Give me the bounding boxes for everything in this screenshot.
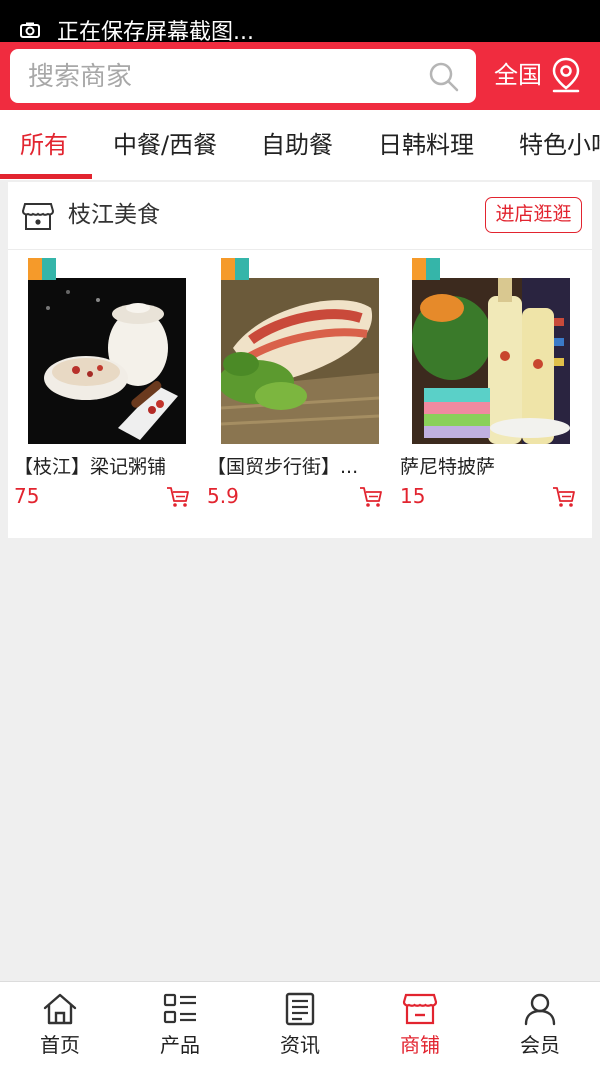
store-icon xyxy=(22,203,54,230)
category-tabs: 所有 中餐/西餐 自助餐 日韩料理 特色小吃 xyxy=(0,110,600,180)
cart-icon[interactable] xyxy=(552,486,576,508)
product-image xyxy=(412,278,570,444)
nav-products[interactable]: 产品 xyxy=(120,982,240,1067)
shop-name: 枝江美食 xyxy=(68,202,160,228)
product-badge-icon xyxy=(412,258,440,280)
nav-news[interactable]: 资讯 xyxy=(240,982,360,1067)
screenshot-icon xyxy=(20,22,40,38)
visit-shop-button[interactable]: 进店逛逛 xyxy=(485,197,582,233)
shop-card: 枝江美食 进店逛逛 【枝江】梁记粥铺 75 【国贸步行街】... 5.9 萨尼特… xyxy=(8,182,592,538)
product-price: 75 xyxy=(14,484,40,508)
grid-list-icon xyxy=(163,993,196,1024)
home-icon xyxy=(43,993,77,1025)
product-image xyxy=(221,278,379,444)
search-placeholder: 搜索商家 xyxy=(28,62,133,92)
active-tab-indicator xyxy=(0,174,92,179)
nav-label: 商铺 xyxy=(400,1033,440,1057)
region-selector[interactable]: 全国 xyxy=(494,60,542,90)
product-card[interactable]: 【枝江】梁记粥铺 75 xyxy=(14,258,194,528)
product-price: 15 xyxy=(400,484,426,508)
bottom-nav: 首页 产品 资讯 商铺 会员 xyxy=(0,981,600,1067)
product-card[interactable]: 【国贸步行街】... 5.9 xyxy=(207,258,387,528)
location-pin-icon[interactable] xyxy=(550,56,582,94)
product-title: 【枝江】梁记粥铺 xyxy=(14,456,167,478)
nav-label: 会员 xyxy=(520,1033,560,1057)
tab-all[interactable]: 所有 xyxy=(20,110,68,180)
store-icon xyxy=(402,993,438,1025)
search-input[interactable]: 搜索商家 xyxy=(10,49,476,103)
nav-label: 产品 xyxy=(160,1033,200,1057)
status-bar: 正在保存屏幕截图... xyxy=(0,0,600,45)
tab-japanese-korean[interactable]: 日韩料理 xyxy=(378,110,474,180)
nav-label: 首页 xyxy=(40,1033,80,1057)
product-image xyxy=(28,278,186,444)
tab-specialty-snacks[interactable]: 特色小吃 xyxy=(519,110,600,180)
nav-stores[interactable]: 商铺 xyxy=(360,982,480,1067)
product-price: 5.9 xyxy=(207,484,239,508)
news-icon xyxy=(285,992,315,1026)
nav-home[interactable]: 首页 xyxy=(0,982,120,1067)
tab-buffet[interactable]: 自助餐 xyxy=(261,110,333,180)
product-badge-icon xyxy=(28,258,56,280)
nav-member[interactable]: 会员 xyxy=(480,982,600,1067)
top-header: 搜索商家 全国 xyxy=(0,42,600,110)
product-title: 萨尼特披萨 xyxy=(400,456,496,478)
product-card[interactable]: 萨尼特披萨 15 xyxy=(400,258,580,528)
search-icon[interactable] xyxy=(428,61,460,93)
cart-icon[interactable] xyxy=(166,486,190,508)
user-icon xyxy=(524,993,556,1026)
cart-icon[interactable] xyxy=(359,486,383,508)
product-title: 【国贸步行街】... xyxy=(207,456,359,478)
tab-chinese-western[interactable]: 中餐/西餐 xyxy=(113,110,217,180)
nav-label: 资讯 xyxy=(280,1033,320,1057)
shop-header: 枝江美食 进店逛逛 xyxy=(8,182,592,250)
product-badge-icon xyxy=(221,258,249,280)
